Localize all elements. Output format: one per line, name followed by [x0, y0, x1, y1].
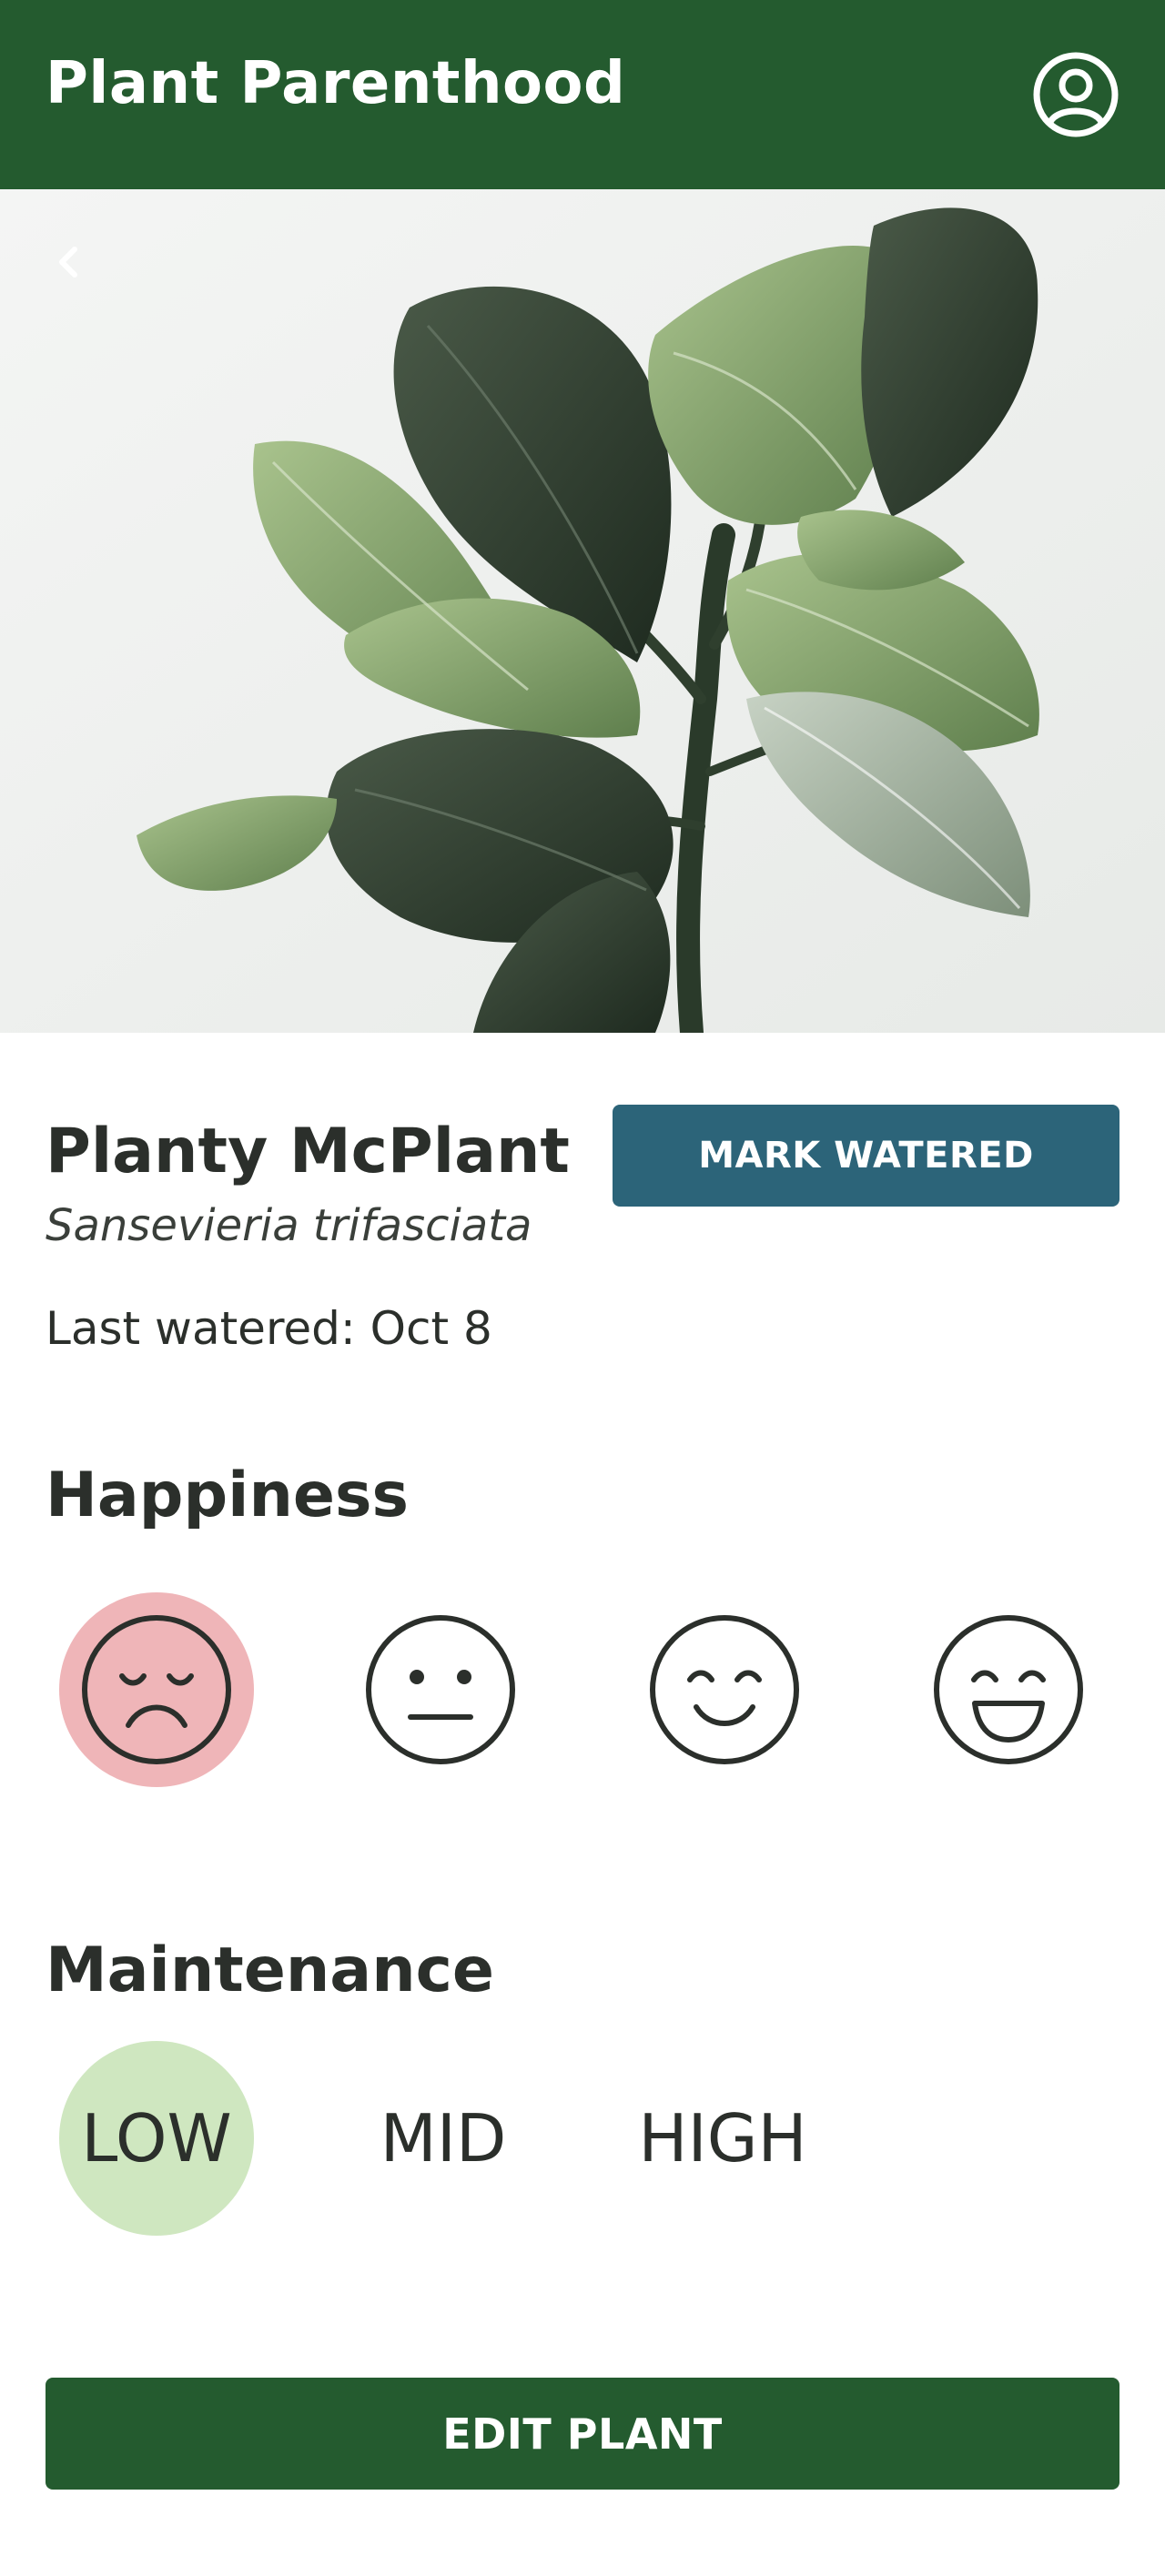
happiness-option-sad[interactable] — [59, 1592, 254, 1787]
mark-watered-button[interactable]: MARK WATERED — [613, 1105, 1119, 1207]
app-header: Plant Parenthood — [0, 0, 1165, 189]
happiness-option-neutral[interactable] — [343, 1592, 538, 1787]
maintenance-option-low[interactable]: LOW — [59, 2041, 254, 2236]
edit-plant-button[interactable]: EDIT PLANT — [46, 2378, 1119, 2490]
plant-name: Planty McPlant — [46, 1116, 570, 1187]
last-watered-text: Last watered: Oct 8 — [46, 1302, 492, 1355]
plant-species: Sansevieria trifasciata — [46, 1200, 532, 1251]
maintenance-option-mid[interactable]: MID — [346, 2041, 541, 2236]
happiness-option-grin[interactable] — [911, 1592, 1106, 1787]
neutral-face-icon — [366, 1615, 515, 1764]
plant-illustration — [0, 189, 1165, 1033]
app-title: Plant Parenthood — [46, 50, 626, 117]
profile-button[interactable] — [1030, 49, 1121, 140]
maintenance-title: Maintenance — [46, 1935, 495, 2006]
chevron-left-icon — [59, 247, 77, 278]
smile-face-icon — [650, 1615, 799, 1764]
maintenance-option-high[interactable]: HIGH — [625, 2041, 820, 2236]
happiness-option-smile[interactable] — [627, 1592, 822, 1787]
back-button[interactable] — [44, 237, 95, 288]
sad-face-icon — [82, 1615, 231, 1764]
grin-face-icon — [934, 1615, 1083, 1764]
happiness-title: Happiness — [46, 1460, 409, 1531]
plant-photo — [0, 189, 1165, 1033]
user-circle-icon — [1033, 52, 1119, 137]
